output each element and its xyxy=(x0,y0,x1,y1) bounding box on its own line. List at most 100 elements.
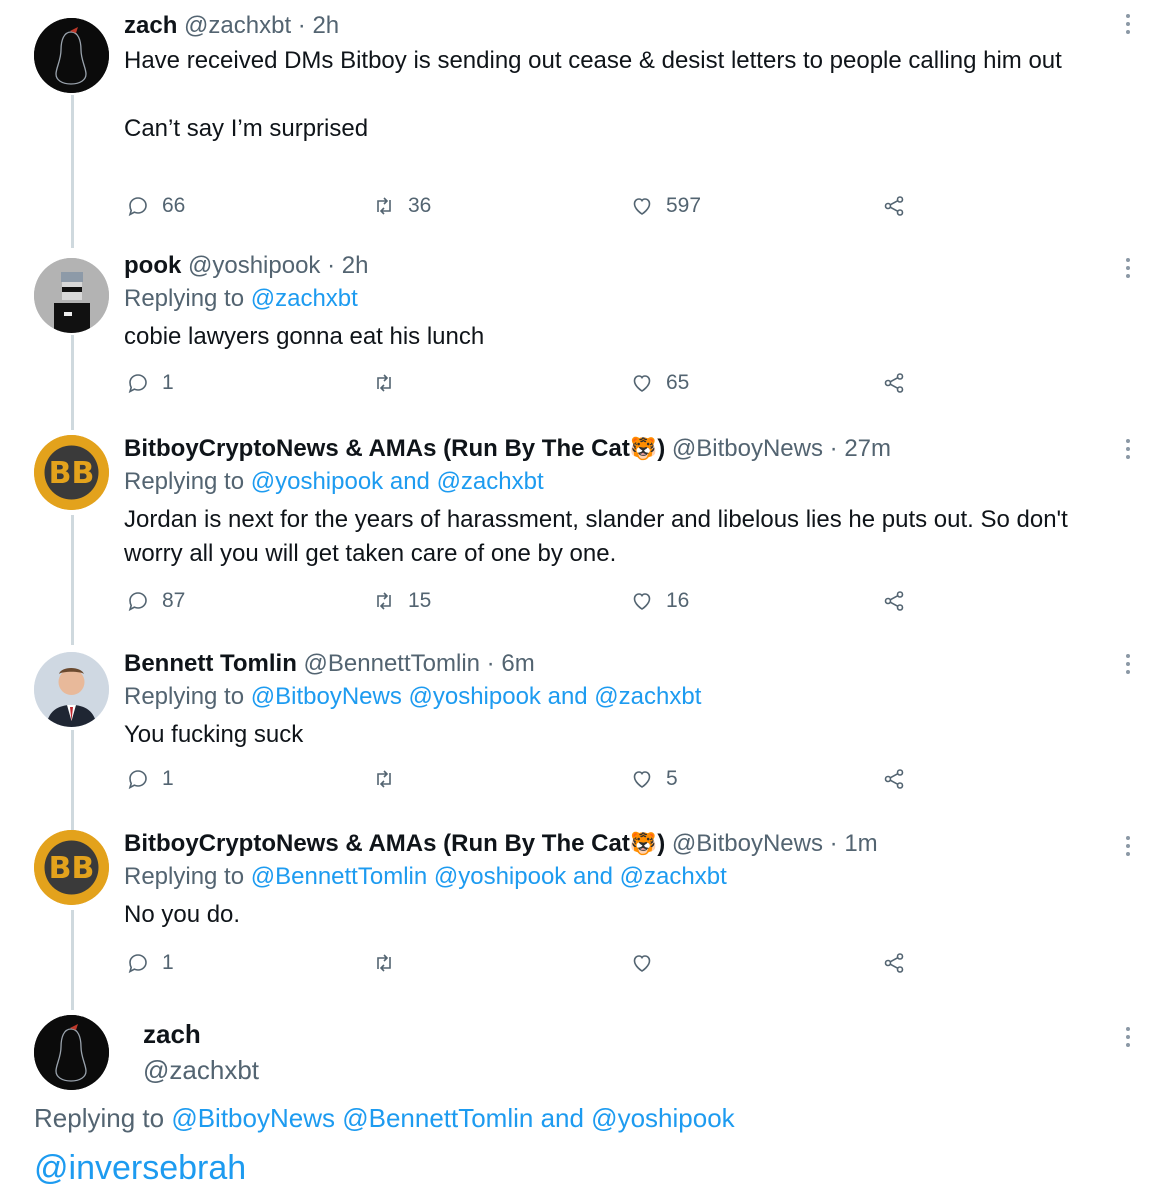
separator: · xyxy=(327,252,336,279)
like-button[interactable]: 5 xyxy=(630,767,678,791)
like-button[interactable] xyxy=(630,951,666,975)
share-icon xyxy=(882,767,906,791)
heart-icon xyxy=(630,767,654,791)
tiger-emoji: 🐯 xyxy=(629,831,658,856)
reply-count: 1 xyxy=(162,371,174,394)
more-icon[interactable] xyxy=(1126,654,1132,674)
reply-button[interactable]: 66 xyxy=(126,194,185,218)
like-button[interactable]: 597 xyxy=(630,194,701,218)
profile-photo-icon xyxy=(34,652,109,727)
tweet-header: pook @yoshipook · 2h xyxy=(124,250,1114,282)
tweet[interactable]: BB BitboyCryptoNews & AMAs (Run By The C… xyxy=(0,425,1154,640)
like-button[interactable]: 16 xyxy=(630,589,689,613)
handle[interactable]: @BitboyNews xyxy=(672,435,823,462)
mention-link[interactable]: @zachxbt xyxy=(251,285,358,312)
more-icon[interactable] xyxy=(1126,836,1132,856)
reply-button[interactable]: 1 xyxy=(126,371,174,395)
focused-tweet[interactable]: zach @zachxbt Replying to @BitboyNews @B… xyxy=(0,1005,1154,1200)
tweet-text: No you do. xyxy=(124,901,241,928)
reply-button[interactable]: 87 xyxy=(126,589,185,613)
replying-to: Replying to @BennettTomlin @yoshipook an… xyxy=(124,860,1114,894)
timestamp[interactable]: 1m xyxy=(844,830,877,857)
tweet[interactable]: Bennett Tomlin @BennettTomlin · 6m Reply… xyxy=(0,640,1154,820)
handle[interactable]: @yoshipook xyxy=(188,252,320,279)
heart-icon xyxy=(630,371,654,395)
tweet[interactable]: BB BitboyCryptoNews & AMAs (Run By The C… xyxy=(0,820,1154,1005)
penguin-avatar-icon xyxy=(34,18,109,93)
handle[interactable]: @zachxbt xyxy=(184,12,291,39)
svg-text:BB: BB xyxy=(49,456,95,491)
avatar[interactable] xyxy=(34,258,109,333)
display-name[interactable]: BitboyCryptoNews & AMAs (Run By The Cat🐯… xyxy=(124,435,665,462)
avatar[interactable] xyxy=(34,18,109,93)
avatar[interactable] xyxy=(34,652,109,727)
more-icon[interactable] xyxy=(1126,439,1132,459)
penguin-avatar-icon xyxy=(34,1015,109,1090)
avatar[interactable] xyxy=(34,1015,109,1090)
share-icon xyxy=(882,589,906,613)
mention-link[interactable]: @BitboyNews @BennettTomlin and @yoshipoo… xyxy=(171,1103,734,1133)
retweet-button[interactable] xyxy=(372,371,408,395)
like-button[interactable]: 65 xyxy=(630,371,689,395)
tweet-actions: 66 36 597 xyxy=(126,194,926,224)
handle[interactable]: @zachxbt xyxy=(143,1055,259,1086)
heart-icon xyxy=(630,589,654,613)
separator: · xyxy=(486,650,495,677)
share-icon xyxy=(882,194,906,218)
tweet[interactable]: zach @zachxbt · 2h Have received DMs Bit… xyxy=(0,0,1154,240)
tweet-header: Bennett Tomlin @BennettTomlin · 6m xyxy=(124,648,1114,680)
retweet-button[interactable] xyxy=(372,951,408,975)
reply-count: 1 xyxy=(162,767,174,790)
avatar[interactable]: BB xyxy=(34,435,109,510)
tweet-header: zach @zachxbt · 2h xyxy=(124,10,1114,42)
timestamp[interactable]: 2h xyxy=(312,12,339,39)
reply-count: 1 xyxy=(162,951,174,974)
replying-to: Replying to @yoshipook and @zachxbt xyxy=(124,465,1114,499)
replying-prefix: Replying to xyxy=(124,863,245,890)
display-name[interactable]: zach xyxy=(143,1019,201,1050)
reply-button[interactable]: 1 xyxy=(126,767,174,791)
replying-to: Replying to @BitboyNews @yoshipook and @… xyxy=(124,680,1114,714)
share-button[interactable] xyxy=(882,589,906,613)
tweet[interactable]: pook @yoshipook · 2h Replying to @zachxb… xyxy=(0,240,1154,425)
mention-link[interactable]: @BennettTomlin @yoshipook and @zachxbt xyxy=(251,863,727,890)
tweet-text: You fucking suck xyxy=(124,721,304,748)
replying-prefix: Replying to xyxy=(124,285,245,312)
heart-icon xyxy=(630,194,654,218)
timestamp[interactable]: 2h xyxy=(342,252,369,279)
more-icon[interactable] xyxy=(1126,14,1132,34)
retweet-button[interactable]: 15 xyxy=(372,589,431,613)
tweet-text[interactable]: @inversebrah xyxy=(34,1149,246,1188)
more-icon[interactable] xyxy=(1126,258,1132,278)
handle[interactable]: @BennettTomlin xyxy=(304,650,480,677)
handle[interactable]: @BitboyNews xyxy=(672,830,823,857)
display-name[interactable]: pook xyxy=(124,252,181,279)
share-button[interactable] xyxy=(882,951,906,975)
svg-text:BB: BB xyxy=(49,851,95,886)
share-button[interactable] xyxy=(882,767,906,791)
display-name[interactable]: Bennett Tomlin xyxy=(124,650,297,677)
avatar[interactable]: BB xyxy=(34,830,109,905)
tweet-actions: 1 5 xyxy=(126,767,926,797)
timestamp[interactable]: 27m xyxy=(844,435,891,462)
display-name[interactable]: zach xyxy=(124,12,177,39)
share-button[interactable] xyxy=(882,371,906,395)
more-icon[interactable] xyxy=(1126,1027,1132,1047)
replying-prefix: Replying to xyxy=(34,1103,165,1133)
timestamp[interactable]: 6m xyxy=(501,650,534,677)
share-icon xyxy=(882,951,906,975)
share-icon xyxy=(882,371,906,395)
retweet-icon xyxy=(372,371,396,395)
like-count: 65 xyxy=(666,371,690,394)
mention-link[interactable]: @yoshipook and @zachxbt xyxy=(251,468,544,495)
reply-button[interactable]: 1 xyxy=(126,951,174,975)
retweet-count: 15 xyxy=(408,589,432,612)
replying-prefix: Replying to xyxy=(124,683,245,710)
retweet-button[interactable] xyxy=(372,767,408,791)
replying-to: Replying to @BitboyNews @BennettTomlin a… xyxy=(34,1103,735,1134)
retweet-icon xyxy=(372,767,396,791)
mention-link[interactable]: @BitboyNews @yoshipook and @zachxbt xyxy=(251,683,702,710)
retweet-button[interactable]: 36 xyxy=(372,194,431,218)
share-button[interactable] xyxy=(882,194,906,218)
display-name[interactable]: BitboyCryptoNews & AMAs (Run By The Cat🐯… xyxy=(124,830,665,857)
